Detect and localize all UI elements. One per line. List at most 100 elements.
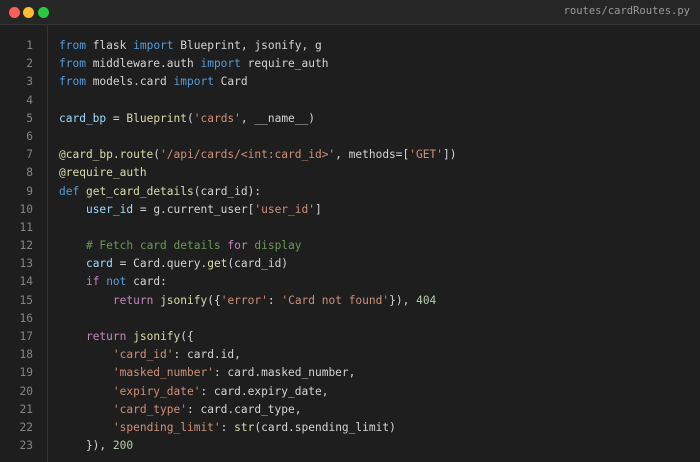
code-line[interactable]: 4 bbox=[0, 92, 700, 110]
code-text: # Fetch card details for display bbox=[59, 237, 302, 255]
minimize-window-icon[interactable] bbox=[23, 7, 34, 18]
code-text: }), 200 bbox=[59, 437, 133, 455]
code-token: 'user_id' bbox=[254, 202, 315, 216]
code-token: 'GET' bbox=[409, 148, 443, 162]
line-number: 6 bbox=[26, 129, 33, 143]
code-text: card_bp = Blueprint('cards', __name__) bbox=[59, 110, 315, 128]
code-token: ({ bbox=[207, 293, 221, 307]
code-line[interactable]: 10 user_id = g.current_user['user_id'] bbox=[0, 201, 700, 219]
code-token: require_auth bbox=[240, 57, 329, 71]
line-number: 10 bbox=[19, 202, 33, 216]
line-number: 20 bbox=[19, 384, 33, 398]
code-token: return bbox=[85, 330, 127, 343]
code-text: 'expiry_date': card.expiry_date, bbox=[59, 383, 329, 401]
code-text: card = Card.query.get(card_id) bbox=[59, 255, 288, 273]
code-token: from bbox=[59, 57, 86, 71]
code-line[interactable]: 18 'card_id': card.id, bbox=[0, 346, 700, 364]
code-token: Card bbox=[213, 75, 248, 89]
code-token: : card.expiry_date, bbox=[200, 384, 329, 398]
code-text: return jsonify({ bbox=[59, 328, 194, 346]
code-token: str bbox=[234, 420, 255, 434]
code-token: ( bbox=[187, 111, 194, 125]
code-line[interactable]: 15 return jsonify({'error': 'Card not fo… bbox=[0, 292, 700, 310]
code-token: : bbox=[267, 293, 282, 307]
code-token: # Fetch card details bbox=[85, 239, 228, 253]
code-token: return bbox=[112, 293, 154, 307]
line-number: 17 bbox=[19, 330, 33, 343]
code-token: 'cards' bbox=[193, 111, 241, 125]
line-number: 5 bbox=[26, 111, 33, 125]
title-bar: routes/cardRoutes.py bbox=[0, 0, 700, 25]
close-window-icon[interactable] bbox=[9, 7, 20, 18]
code-line[interactable]: 22 'spending_limit': str(card.spending_l… bbox=[0, 419, 700, 437]
code-text: user_id = g.current_user['user_id'] bbox=[59, 201, 322, 219]
code-line[interactable]: 21 'card_type': card.card_type, bbox=[0, 401, 700, 419]
code-line[interactable]: 13 card = Card.query.get(card_id) bbox=[0, 255, 700, 273]
code-token: flask bbox=[85, 39, 134, 52]
code-line[interactable]: 11 bbox=[0, 219, 700, 237]
code-line[interactable]: 6 bbox=[0, 128, 700, 146]
code-token: import bbox=[133, 39, 174, 52]
code-token: import bbox=[173, 75, 214, 89]
code-text: return jsonify({'error': 'Card not found… bbox=[59, 292, 436, 310]
code-window: routes/cardRoutes.py 1 from flask import … bbox=[0, 0, 700, 462]
code-text: 'card_id': card.id, bbox=[59, 346, 241, 364]
code-text: 'spending_limit': str(card.spending_limi… bbox=[59, 419, 396, 437]
code-token: , methods=[ bbox=[335, 148, 410, 162]
code-line[interactable]: 9 def get_card_details(card_id): bbox=[0, 183, 700, 201]
code-token: 'spending_limit' bbox=[112, 420, 221, 434]
maximize-window-icon[interactable] bbox=[38, 7, 49, 18]
code-line[interactable]: 1 from flask import Blueprint, jsonify, g bbox=[0, 37, 700, 55]
code-token: import bbox=[200, 57, 241, 71]
code-text: 'masked_number': card.masked_number, bbox=[59, 364, 356, 382]
code-text: from middleware.auth import require_auth bbox=[59, 55, 328, 73]
code-token: from bbox=[59, 39, 86, 52]
code-line[interactable]: 5 card_bp = Blueprint('cards', __name__) bbox=[0, 110, 700, 128]
code-token: (card_id) bbox=[227, 257, 289, 271]
line-number: 19 bbox=[19, 366, 33, 380]
code-line[interactable]: 2 from middleware.auth import require_aut… bbox=[0, 55, 700, 73]
code-line[interactable]: 8 @require_auth bbox=[0, 164, 700, 182]
code-token: @card_bp.route bbox=[59, 148, 154, 162]
code-token: models.card bbox=[85, 75, 174, 89]
code-line[interactable]: 17 return jsonify({ bbox=[0, 328, 700, 346]
code-line[interactable]: 23 }), 200 bbox=[0, 437, 700, 455]
code-line[interactable]: 16 bbox=[0, 310, 700, 328]
code-line[interactable]: 12 # Fetch card details for display bbox=[0, 237, 700, 255]
code-token: ] bbox=[314, 202, 322, 216]
code-text: @require_auth bbox=[59, 164, 147, 182]
code-text: from flask import Blueprint, jsonify, g bbox=[59, 37, 322, 55]
code-token: 'error' bbox=[220, 293, 268, 307]
code-token: from bbox=[59, 75, 86, 89]
code-line[interactable]: 3 from models.card import Card bbox=[0, 73, 700, 91]
code-token: , __name__) bbox=[240, 111, 315, 125]
code-token: (card.spending_limit) bbox=[254, 420, 396, 434]
line-number: 2 bbox=[26, 57, 33, 71]
code-token: jsonify bbox=[160, 293, 208, 307]
code-token: ]) bbox=[442, 148, 457, 162]
code-token: '/api/cards/<int:card_id>' bbox=[160, 148, 336, 162]
code-token: 'masked_number' bbox=[112, 366, 214, 380]
line-number: 4 bbox=[26, 93, 33, 107]
file-name: routes/cardRoutes.py bbox=[563, 5, 690, 17]
code-line[interactable]: 20 'expiry_date': card.expiry_date, bbox=[0, 383, 700, 401]
code-token: display bbox=[247, 239, 302, 253]
code-line[interactable]: 19 'masked_number': card.masked_number, bbox=[0, 364, 700, 382]
code-token: card_bp bbox=[59, 111, 107, 125]
code-token: def bbox=[59, 184, 80, 198]
code-token: 'Card not found' bbox=[281, 293, 390, 307]
code-token: Blueprint bbox=[126, 111, 187, 125]
code-text: def get_card_details(card_id): bbox=[59, 183, 261, 201]
code-line[interactable]: 7 @card_bp.route('/api/cards/<int:card_id… bbox=[0, 146, 700, 164]
line-number: 18 bbox=[19, 348, 33, 362]
code-token: }), bbox=[389, 293, 417, 307]
code-token: get bbox=[207, 257, 228, 271]
code-editor[interactable]: 1 from flask import Blueprint, jsonify, g… bbox=[0, 25, 700, 462]
code-token: middleware.auth bbox=[85, 57, 201, 71]
code-text: from models.card import Card bbox=[59, 73, 248, 91]
code-line[interactable]: 14 if not card: bbox=[0, 273, 700, 291]
